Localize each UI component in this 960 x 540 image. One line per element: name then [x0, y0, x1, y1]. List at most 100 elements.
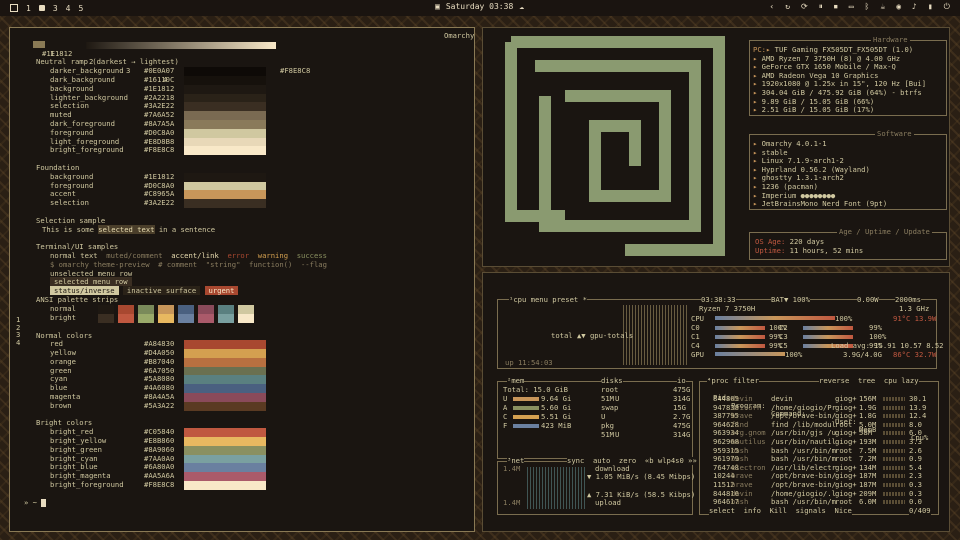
proc-options[interactable]: reverse tree cpu lazy — [819, 377, 919, 385]
mem-header[interactable]: ²mem — [507, 377, 525, 385]
neutral-list: darker_background #0E0A07 dark_background #… — [16, 66, 468, 156]
disk-extra: U — [615, 394, 620, 403]
disk-name: pkg — [601, 421, 614, 430]
nice-button[interactable]: Nice — [835, 506, 852, 515]
io-label[interactable]: io — [677, 377, 686, 385]
workspace-4[interactable]: 4 — [66, 4, 71, 13]
ansi-normal-row: normal — [16, 304, 468, 314]
sample-normal: normal text — [50, 250, 98, 260]
core-bar — [715, 335, 765, 339]
color-swatch — [184, 384, 266, 394]
process-prog: bash — [731, 497, 749, 507]
kill-button[interactable]: Kill — [770, 506, 787, 515]
cpu-header-row: ¹cpu menu preset * — [509, 296, 587, 304]
process-cpu-graph — [883, 500, 905, 505]
power-icon[interactable]: ⏻ — [944, 2, 950, 12]
color-swatch — [184, 199, 266, 208]
wifi-icon[interactable]: ◉ — [896, 2, 901, 12]
cpu-label: CPU — [691, 314, 704, 323]
menu-button[interactable]: menu — [531, 295, 548, 304]
ansi-swatch — [138, 313, 154, 323]
mem-value: 5.60 Gi — [541, 403, 572, 412]
preset-button[interactable]: preset * — [552, 295, 587, 304]
btop-uptime: up 11:54:03 — [505, 358, 553, 367]
color-swatch — [184, 67, 266, 76]
workspace-3[interactable]: 3 — [53, 4, 58, 13]
coffee-icon[interactable]: ☕ — [880, 2, 885, 12]
proc-filter[interactable]: filter — [733, 376, 759, 385]
refresh-icon[interactable]: ⟳ — [801, 2, 808, 12]
speaker-icon[interactable]: ♪ — [912, 2, 917, 12]
btop-pane[interactable]: ¹cpu menu preset * 03:38:33 BAT▼ 100% 0.… — [482, 272, 950, 532]
selected-row: selected menu row — [50, 277, 132, 287]
interval[interactable]: 2000ms — [895, 296, 921, 304]
pause-icon[interactable]: ⏸ — [819, 2, 823, 12]
core-label: C0 — [691, 323, 700, 332]
prompt-line[interactable]: » ~ — [16, 497, 468, 508]
update-icon[interactable]: ↻ — [785, 2, 790, 12]
net-scale-top: 1.4M — [503, 464, 521, 473]
process-prog: bash — [731, 454, 749, 464]
prompt: » ~ — [24, 497, 42, 507]
software-row: ▸ JetBrainsMono Nerd Font (9pt) — [753, 200, 887, 208]
signals-button[interactable]: signals — [796, 506, 826, 515]
ansi-bright-row: bright — [16, 313, 468, 323]
color-swatch — [184, 119, 266, 129]
cpu-time: 03:38:33 — [701, 295, 736, 304]
cpu-pct: 100% — [835, 314, 853, 323]
color-swatch — [184, 463, 266, 473]
mem-label: A — [503, 403, 508, 412]
color-swatch — [184, 146, 266, 156]
clock[interactable]: ▣ Saturday 03:38 ☁ — [435, 2, 524, 11]
color-row: yellow #D4A050 — [16, 348, 468, 358]
color-row: cyan #5A8080 — [16, 375, 468, 385]
workspace-5[interactable]: 5 — [78, 4, 83, 13]
launcher-icon[interactable] — [10, 4, 18, 12]
disk-value: 475G — [673, 421, 691, 430]
ansi-swatch — [118, 313, 134, 323]
ansi-swatch — [158, 304, 174, 314]
normal-color-list: red #A84830 yellow #D4A050 orange #B87040 gree… — [16, 339, 468, 411]
mem-bar — [513, 415, 539, 419]
screen-icon[interactable]: ▭ — [849, 2, 854, 12]
disk-name: 51M — [601, 394, 614, 403]
bluetooth-icon[interactable]: ᛒ — [865, 2, 870, 12]
foundation-list: background #1E1812 foreground #D0C8A0 accent… — [16, 172, 468, 208]
process-cpu-graph — [883, 405, 905, 410]
cpu-header[interactable]: ¹cpu — [509, 295, 526, 304]
stop-icon[interactable]: ⏹ — [834, 2, 838, 12]
select-button[interactable]: select — [709, 506, 735, 515]
disk-extra: U — [615, 430, 620, 439]
selection-word: selected text — [98, 224, 155, 234]
chevron-left-icon[interactable]: ‹ — [769, 2, 774, 12]
core-label: C4 — [691, 341, 700, 350]
workspace-2-active[interactable] — [38, 5, 45, 11]
os-age-value: 220 days — [789, 237, 825, 246]
color-swatch — [184, 375, 266, 385]
process-cpu: 12.4 — [909, 411, 927, 421]
software-title: Software — [875, 129, 914, 138]
process-user: root — [835, 497, 853, 507]
cursor — [41, 498, 47, 507]
core-bar — [715, 326, 765, 330]
mem-value: 423 MiB — [541, 421, 572, 430]
fastfetch-pane[interactable]: Hardware PC:▸ TUF Gaming FX505DT_FX505DT… — [482, 27, 950, 267]
terminal-theme-preview[interactable]: 1 2 3 4 5 + #1E1812 #F8E8C8 Omarchy Neut… — [9, 27, 475, 532]
color-swatch — [184, 128, 266, 138]
load-avg: Load avg: 15.91 10.57 8.52 — [831, 341, 944, 350]
hardware-value: 2.51 GiB / 15.05 GiB (17%) — [761, 105, 875, 115]
gpu-totals-toggle[interactable]: total ▲▼ gpu-totals — [551, 332, 633, 340]
disks-header[interactable]: disks — [601, 377, 623, 385]
proc-header[interactable]: ⁴proc — [707, 376, 729, 385]
workspace-1[interactable]: 1 — [26, 4, 31, 13]
color-swatch — [184, 366, 266, 376]
color-swatch — [184, 181, 266, 191]
mem-bar — [513, 406, 539, 410]
color-swatch — [184, 102, 266, 112]
info-button[interactable]: info — [744, 506, 761, 515]
battery-icon[interactable]: ▮ — [928, 2, 933, 12]
net-options[interactable]: sync auto zero «b wlp4s0 »» — [567, 457, 697, 465]
status-inverse: status/inverse — [50, 286, 119, 296]
ansi-swatch — [178, 313, 194, 323]
omarchy-logo — [505, 36, 725, 256]
